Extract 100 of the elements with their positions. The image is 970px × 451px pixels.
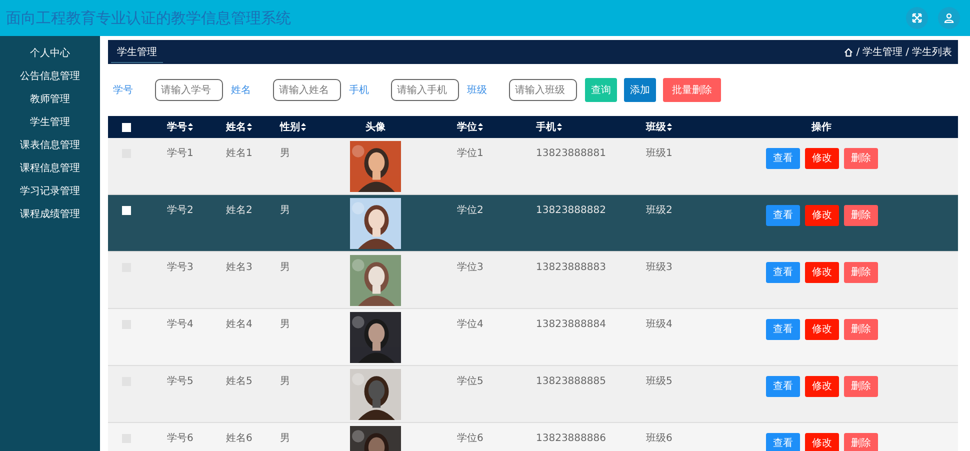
user-icon [944, 13, 954, 23]
delete-button[interactable]: 批量删除 [663, 78, 721, 102]
table-cell-text: 男 [280, 147, 290, 160]
table-cell-text: 姓名1 [226, 147, 252, 160]
select-all-checkbox[interactable] [122, 122, 131, 132]
table-cell: 13823888884 [536, 318, 606, 330]
table-cell-text: 学位5 [457, 375, 484, 388]
table-cell-text: 学位3 [457, 261, 484, 274]
view-button[interactable]: 查看 [766, 318, 800, 340]
table-cell-text: 学位4 [457, 318, 484, 331]
delete-button[interactable]: 删除 [844, 318, 878, 340]
table-cell-text: 姓名2 [226, 204, 252, 217]
search-field[interactable]: 请输入班级 [509, 79, 577, 101]
breadcrumb-item: 学生管理 [862, 46, 903, 59]
fullscreen-icon [912, 13, 922, 23]
table-cell: 13823888882 [536, 204, 606, 216]
table-row[interactable]: 学号3 姓名3 男 学位3 13823888883 班级3 查看 修改 删除 [108, 252, 958, 309]
sort-icon[interactable] [247, 123, 252, 131]
table-cell-text: 学号1 [167, 147, 194, 160]
table-row[interactable]: 学号2 姓名2 男 学位2 13823888882 班级2 查看 修改 删除 [108, 195, 958, 252]
table-cell-text: 姓名6 [226, 432, 252, 445]
delete-button[interactable]: 删除 [844, 204, 878, 226]
field-label: 手机 [349, 84, 369, 97]
table-cell: 13823888886 [536, 432, 606, 444]
fullscreen-button[interactable] [906, 7, 928, 29]
table-cell-text: 学号4 [167, 318, 194, 331]
breadcrumb-separator: / [906, 46, 909, 58]
edit-button[interactable]: 修改 [805, 262, 839, 282]
field-label: 姓名 [231, 84, 251, 97]
column-header[interactable]: 班级 [646, 120, 666, 134]
add-button[interactable]: 添加 [624, 78, 656, 102]
row-checkbox[interactable] [122, 206, 131, 214]
home-icon[interactable] [844, 48, 854, 56]
table-cell-text: 班级1 [646, 146, 672, 160]
table-cell: 13823888885 [536, 376, 606, 386]
column-header[interactable]: 性别 [280, 120, 300, 134]
table-row[interactable]: 学号1 姓名1 男 学位1 13823888881 班级1 查看 修改 删除 [108, 138, 958, 195]
edit-button[interactable]: 修改 [805, 318, 839, 340]
table-row[interactable]: 学号6 姓名6 男 学位6 13823888886 班级6 查看 修改 删除 [108, 423, 958, 451]
sidebar-item[interactable]: 学习记录管理 [20, 184, 80, 200]
table-row[interactable]: 学号4 姓名4 男 学位4 13823888884 班级4 查看 修改 删除 [108, 309, 958, 366]
table-cell-text: 男 [280, 375, 290, 388]
table-cell-text: 学位6 [457, 432, 484, 445]
delete-button[interactable]: 删除 [844, 148, 878, 168]
field-label: 学号 [113, 84, 133, 97]
sidebar-item[interactable]: 学生管理 [30, 115, 70, 131]
edit-button[interactable]: 修改 [805, 432, 839, 451]
sidebar-item[interactable]: 教师管理 [30, 92, 70, 108]
column-header[interactable]: 学号 [167, 120, 187, 134]
table-cell-text: 学号5 [167, 375, 194, 388]
table-cell-text: 学号2 [167, 204, 194, 217]
sidebar-item[interactable]: 个人中心 [30, 46, 70, 62]
table-cell-text: 班级3 [646, 260, 672, 274]
search-field[interactable]: 请输入手机 [391, 79, 459, 101]
table-cell-text: 学号6 [167, 432, 194, 445]
view-button[interactable]: 查看 [766, 262, 800, 282]
table-cell-text: 姓名4 [226, 318, 252, 331]
column-header: 操作 [810, 120, 832, 134]
view-button[interactable]: 查看 [766, 432, 800, 451]
delete-button[interactable]: 删除 [844, 262, 878, 282]
sidebar-item[interactable]: 课程信息管理 [20, 161, 80, 177]
page-tab[interactable]: 学生管理 [111, 42, 163, 62]
sort-icon[interactable] [188, 123, 193, 131]
breadcrumb-separator: / [856, 46, 860, 58]
field-label: 班级 [467, 84, 487, 97]
table-cell-text: 班级4 [646, 318, 672, 331]
column-header[interactable]: 姓名 [226, 120, 246, 134]
table-cell-text: 男 [280, 432, 290, 445]
sidebar-item[interactable]: 课程成绩管理 [20, 207, 80, 223]
table-cell-text: 姓名3 [226, 261, 252, 274]
table-cell-text: 学位2 [457, 204, 484, 217]
sort-icon[interactable] [301, 123, 306, 131]
table-cell-text: 男 [280, 204, 290, 217]
sort-icon[interactable] [557, 123, 562, 131]
breadcrumb-item: 学生列表 [912, 46, 952, 59]
view-button[interactable]: 查看 [766, 148, 800, 168]
table-cell-text: 学位1 [457, 147, 484, 160]
delete-button[interactable]: 删除 [844, 432, 878, 451]
search-field[interactable]: 请输入姓名 [273, 79, 341, 101]
column-header[interactable]: 手机 [536, 120, 556, 134]
sidebar-item[interactable]: 课表信息管理 [20, 138, 80, 154]
sort-icon[interactable] [667, 123, 672, 131]
column-header[interactable]: 学位 [457, 120, 477, 134]
table-cell-text: 学号3 [167, 261, 194, 274]
delete-button[interactable]: 删除 [844, 376, 878, 396]
column-header: 头像 [364, 120, 386, 134]
search-field[interactable]: 请输入学号 [155, 79, 223, 101]
user-button[interactable] [938, 7, 960, 29]
table-cell-text: 班级5 [646, 374, 672, 388]
edit-button[interactable]: 修改 [805, 376, 839, 396]
table-cell: 13823888881 [536, 148, 606, 158]
edit-button[interactable]: 修改 [805, 148, 839, 168]
table-cell-text: 男 [280, 261, 290, 274]
view-button[interactable]: 查看 [766, 376, 800, 396]
view-button[interactable]: 查看 [766, 204, 800, 226]
table-row[interactable]: 学号5 姓名5 男 学位5 13823888885 班级5 查看 修改 删除 [108, 366, 958, 423]
table-cell-text: 姓名5 [226, 375, 252, 388]
edit-button[interactable]: 修改 [805, 204, 839, 226]
sidebar-item[interactable]: 公告信息管理 [20, 69, 80, 85]
sort-icon[interactable] [478, 123, 483, 131]
